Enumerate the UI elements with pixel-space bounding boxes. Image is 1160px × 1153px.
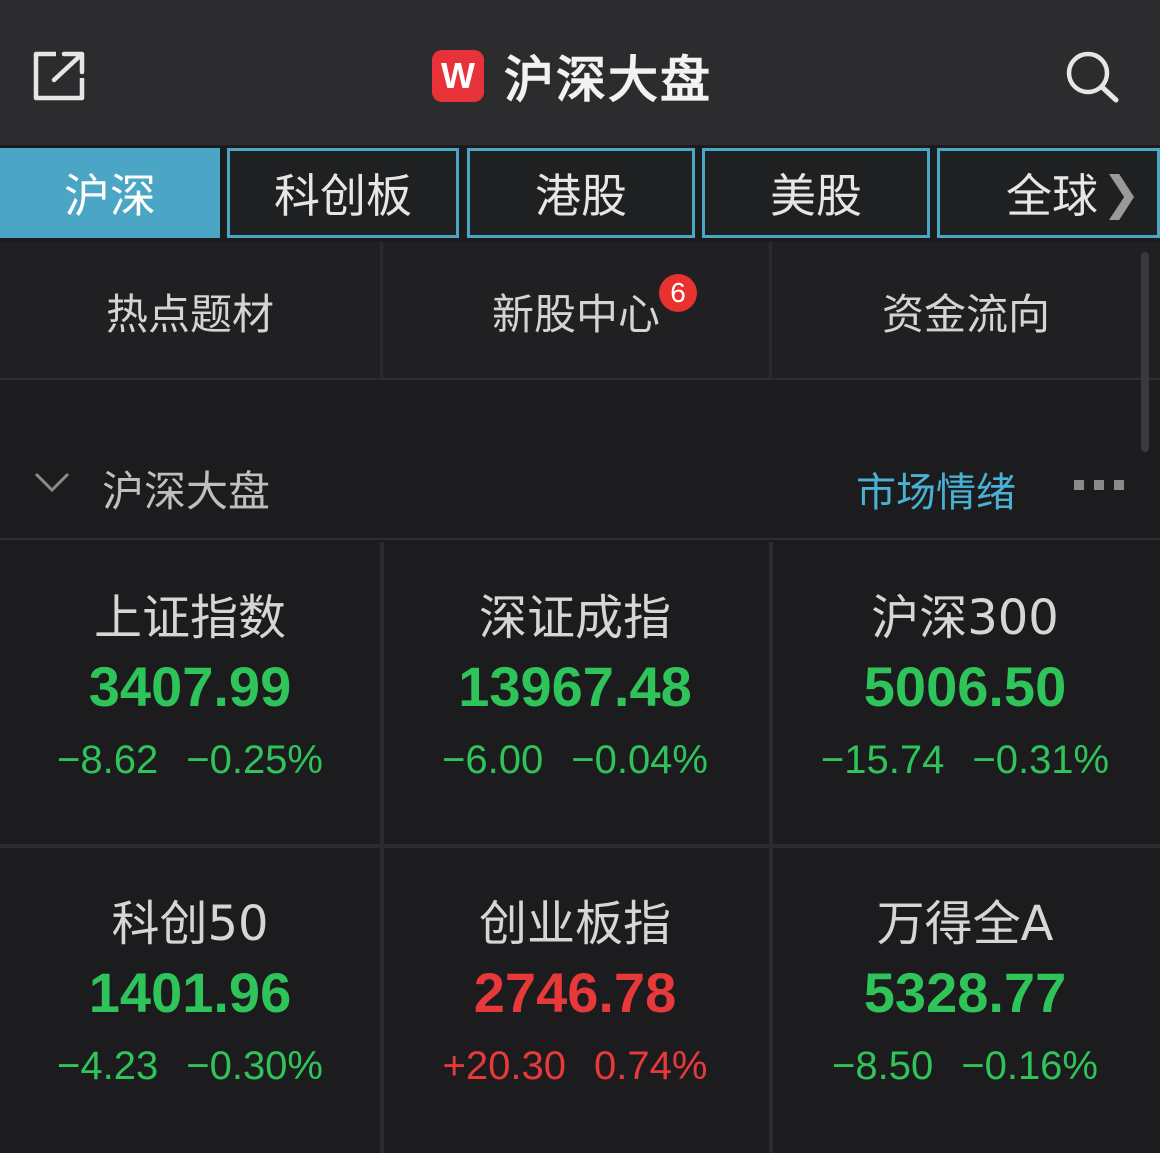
- tab-label: 美股: [770, 169, 862, 223]
- index-name: 上证指数: [93, 590, 286, 646]
- title-group: W 沪深大盘: [432, 46, 712, 109]
- more-icon[interactable]: [1074, 480, 1124, 490]
- index-price: 5006.50: [863, 655, 1067, 718]
- divider: [380, 542, 384, 1153]
- share-icon[interactable]: [30, 48, 90, 104]
- index-change: −8.50: [832, 1044, 934, 1088]
- index-price: 2746.78: [473, 961, 677, 1024]
- index-change-pct: −0.25%: [186, 738, 323, 782]
- section-title: 沪深大盘: [102, 467, 271, 516]
- index-price: 3407.99: [88, 655, 292, 718]
- section-header: 沪深大盘 市场情绪: [0, 430, 1160, 540]
- index-name: 万得全A: [876, 896, 1054, 952]
- shortcut-fund-flow[interactable]: 资金流向: [772, 242, 1160, 380]
- shortcut-label: 新股中心: [491, 289, 660, 339]
- tab-hk-stocks[interactable]: 港股: [467, 148, 695, 238]
- search-icon[interactable]: [1062, 48, 1122, 104]
- shortcut-row: 热点题材 新股中心 6 资金流向: [0, 242, 1160, 380]
- index-change-pct: −0.04%: [571, 738, 708, 782]
- tab-label: 科创板: [274, 169, 412, 223]
- page-title: 沪深大盘: [504, 51, 712, 109]
- tab-us-stocks[interactable]: 美股: [702, 148, 930, 238]
- shortcut-ipo-center[interactable]: 新股中心: [383, 242, 769, 380]
- tab-global[interactable]: 全球 ❯: [937, 148, 1160, 238]
- index-card[interactable]: 沪深300 5006.50 −15.74 −0.31%: [775, 542, 1155, 844]
- tab-label: 沪深: [64, 169, 156, 223]
- index-card[interactable]: 科创50 1401.96 −4.23 −0.30%: [0, 848, 380, 1150]
- shortcut-label: 热点题材: [105, 289, 274, 339]
- index-change-row: −8.50 −0.16%: [775, 1044, 1155, 1089]
- index-change-pct: 0.74%: [594, 1044, 708, 1088]
- index-price: 1401.96: [88, 961, 292, 1024]
- index-change-row: −8.62 −0.25%: [0, 738, 380, 783]
- index-price: 13967.48: [458, 655, 692, 718]
- index-change-pct: −0.31%: [972, 738, 1110, 782]
- top-bar: W 沪深大盘: [0, 0, 1160, 145]
- index-change: −15.74: [820, 738, 945, 782]
- index-change-pct: −0.16%: [961, 1044, 1098, 1088]
- index-change: −4.23: [57, 1044, 159, 1088]
- index-change-row: +20.30 0.74%: [385, 1044, 765, 1089]
- shortcut-label: 资金流向: [881, 289, 1050, 339]
- market-tabs: 沪深 科创板 港股 美股 全球 ❯: [0, 145, 1160, 241]
- index-price: 5328.77: [863, 961, 1067, 1024]
- tab-star-market[interactable]: 科创板: [227, 148, 459, 238]
- notification-badge: 6: [659, 274, 697, 312]
- index-change-row: −6.00 −0.04%: [385, 738, 765, 783]
- index-change: −6.00: [442, 738, 544, 782]
- index-grid: 上证指数 3407.99 −8.62 −0.25% 深证成指 13967.48 …: [0, 542, 1160, 1153]
- index-name: 创业板指: [478, 896, 671, 952]
- index-card[interactable]: 万得全A 5328.77 −8.50 −0.16%: [775, 848, 1155, 1150]
- index-name: 科创50: [111, 896, 269, 952]
- chevron-right-icon: ❯: [1102, 166, 1141, 220]
- scrollbar[interactable]: [1141, 252, 1149, 452]
- index-card[interactable]: 上证指数 3407.99 −8.62 −0.25%: [0, 542, 380, 844]
- chevron-down-icon[interactable]: [34, 470, 70, 494]
- index-name: 深证成指: [478, 590, 671, 646]
- index-card[interactable]: 深证成指 13967.48 −6.00 −0.04%: [385, 542, 765, 844]
- shortcut-hot-topics[interactable]: 热点题材: [0, 242, 380, 380]
- index-change-row: −4.23 −0.30%: [0, 1044, 380, 1089]
- index-card[interactable]: 创业板指 2746.78 +20.30 0.74%: [385, 848, 765, 1150]
- index-change-row: −15.74 −0.31%: [775, 738, 1155, 783]
- tab-hushen[interactable]: 沪深: [0, 148, 220, 238]
- divider: [769, 542, 773, 1153]
- app-logo: W: [432, 50, 484, 102]
- index-change: −8.62: [57, 738, 159, 782]
- market-sentiment-link[interactable]: 市场情绪: [856, 460, 1016, 518]
- index-change: +20.30: [442, 1044, 567, 1088]
- index-change-pct: −0.30%: [186, 1044, 323, 1088]
- tab-label: 全球: [1006, 169, 1098, 223]
- tab-label: 港股: [535, 169, 627, 223]
- index-name: 沪深300: [871, 590, 1059, 646]
